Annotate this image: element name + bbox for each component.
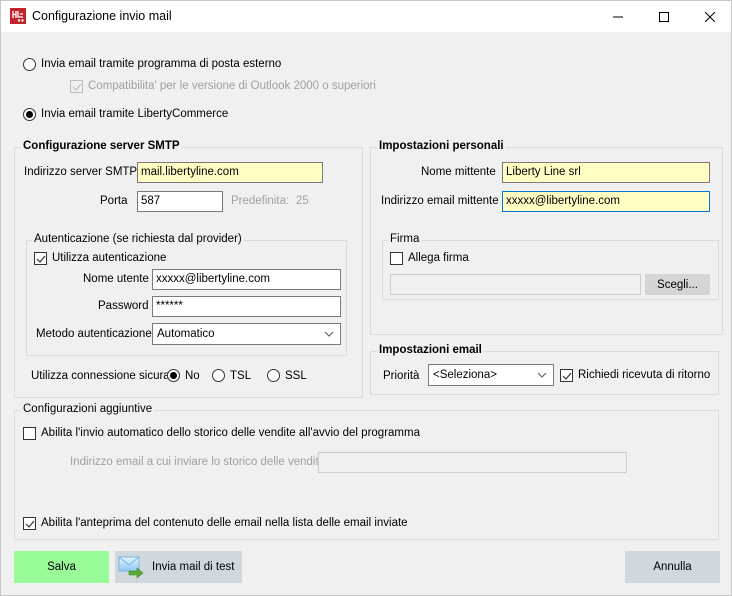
libertycommerce-label: Invia email tramite LibertyCommerce [41,108,229,120]
save-button[interactable]: Salva [14,551,109,583]
external-client-label: Invia email tramite programma di posta e… [41,58,282,70]
external-client-radio[interactable] [23,58,36,71]
title-bar: Configurazione invio mail [1,1,731,32]
secure-no-radio[interactable] [167,369,180,382]
choose-signature-button[interactable]: Scegli... [645,274,710,295]
libertycommerce-radio[interactable] [23,108,36,121]
chevron-down-icon [324,331,334,337]
sender-email-input[interactable]: xxxxx@libertyline.com [502,191,710,212]
secure-ssl-radio[interactable] [267,369,280,382]
secure-connection-label: Utilizza connessione sicura [31,370,170,382]
auto-history-checkbox[interactable] [23,427,36,440]
auth-group-title: Autenticazione (se richiesta dal provide… [32,233,244,245]
smtp-server-label: Indirizzo server SMTP [24,166,138,178]
secure-ssl-label: SSL [285,370,307,382]
port-input[interactable]: 587 [137,191,223,212]
email-preview-checkbox[interactable] [23,517,36,530]
checkmark-icon [72,83,82,91]
password-input[interactable]: ****** [152,296,341,317]
priority-value: <Seleziona> [433,369,497,381]
personal-group-title: Impostazioni personali [377,140,506,152]
send-mail-icon [118,556,144,579]
additional-group-title: Configurazioni aggiuntive [21,403,155,415]
email-preview-label: Abilita l'anteprima del contenuto delle … [41,517,408,529]
return-receipt-checkbox[interactable] [560,369,573,382]
sender-name-input[interactable]: Liberty Line srl [502,162,710,183]
signature-path-input[interactable] [390,274,641,295]
outlook-compat-label: Compatibilita' per le versione di Outloo… [88,80,376,92]
dialog-window: Configurazione invio mail Invia email tr… [0,0,732,596]
history-email-input[interactable] [318,452,627,473]
auth-method-value: Automatico [157,328,215,340]
auth-method-select[interactable]: Automatico [152,323,341,345]
cancel-button[interactable]: Annulla [625,551,720,583]
checkmark-icon [36,255,46,263]
return-receipt-label: Richiedi ricevuta di ritorno [578,369,711,381]
attach-signature-checkbox[interactable] [390,252,403,265]
outlook-compat-checkbox[interactable] [70,80,83,93]
send-test-mail-label: Invia mail di test [152,561,235,573]
window-title: Configurazione invio mail [32,9,172,23]
email-settings-group-title: Impostazioni email [377,344,484,356]
auto-history-label: Abilita l'invio automatico dello storico… [41,427,420,439]
maximize-button[interactable] [641,1,687,32]
priority-label: Priorità [383,370,420,382]
app-logo-icon [10,8,26,24]
checkmark-icon [562,372,572,380]
default-port-label: Predefinita: [231,195,290,207]
secure-no-label: No [185,370,200,382]
auth-method-label: Metodo autenticazione [36,328,152,340]
priority-select[interactable]: <Seleziona> [428,364,554,386]
attach-signature-label: Allega firma [408,252,469,264]
use-auth-checkbox[interactable] [34,252,47,265]
secure-tsl-radio[interactable] [212,369,225,382]
smtp-group-title: Configurazione server SMTP [21,140,182,152]
signature-group-title: Firma [388,233,422,245]
maximize-icon [659,11,669,22]
chevron-down-icon [537,372,547,378]
smtp-server-input[interactable]: mail.libertyline.com [137,162,323,183]
username-label: Nome utente [83,273,149,285]
password-label: Password [98,300,149,312]
secure-tsl-label: TSL [230,370,252,382]
checkmark-icon [25,520,35,528]
send-test-mail-button[interactable]: Invia mail di test [115,551,242,583]
history-email-label: Indirizzo email a cui inviare lo storico… [70,456,326,468]
username-input[interactable]: xxxxx@libertyline.com [152,269,341,290]
default-port-value: 25 [296,195,309,207]
use-auth-label: Utilizza autenticazione [52,252,167,264]
sender-name-label: Nome mittente [421,166,496,178]
port-label: Porta [100,195,128,207]
minimize-button[interactable] [595,1,641,32]
close-button[interactable] [687,1,732,32]
sender-email-label: Indirizzo email mittente [381,195,499,207]
close-icon [705,11,715,22]
minimize-icon [613,16,623,17]
